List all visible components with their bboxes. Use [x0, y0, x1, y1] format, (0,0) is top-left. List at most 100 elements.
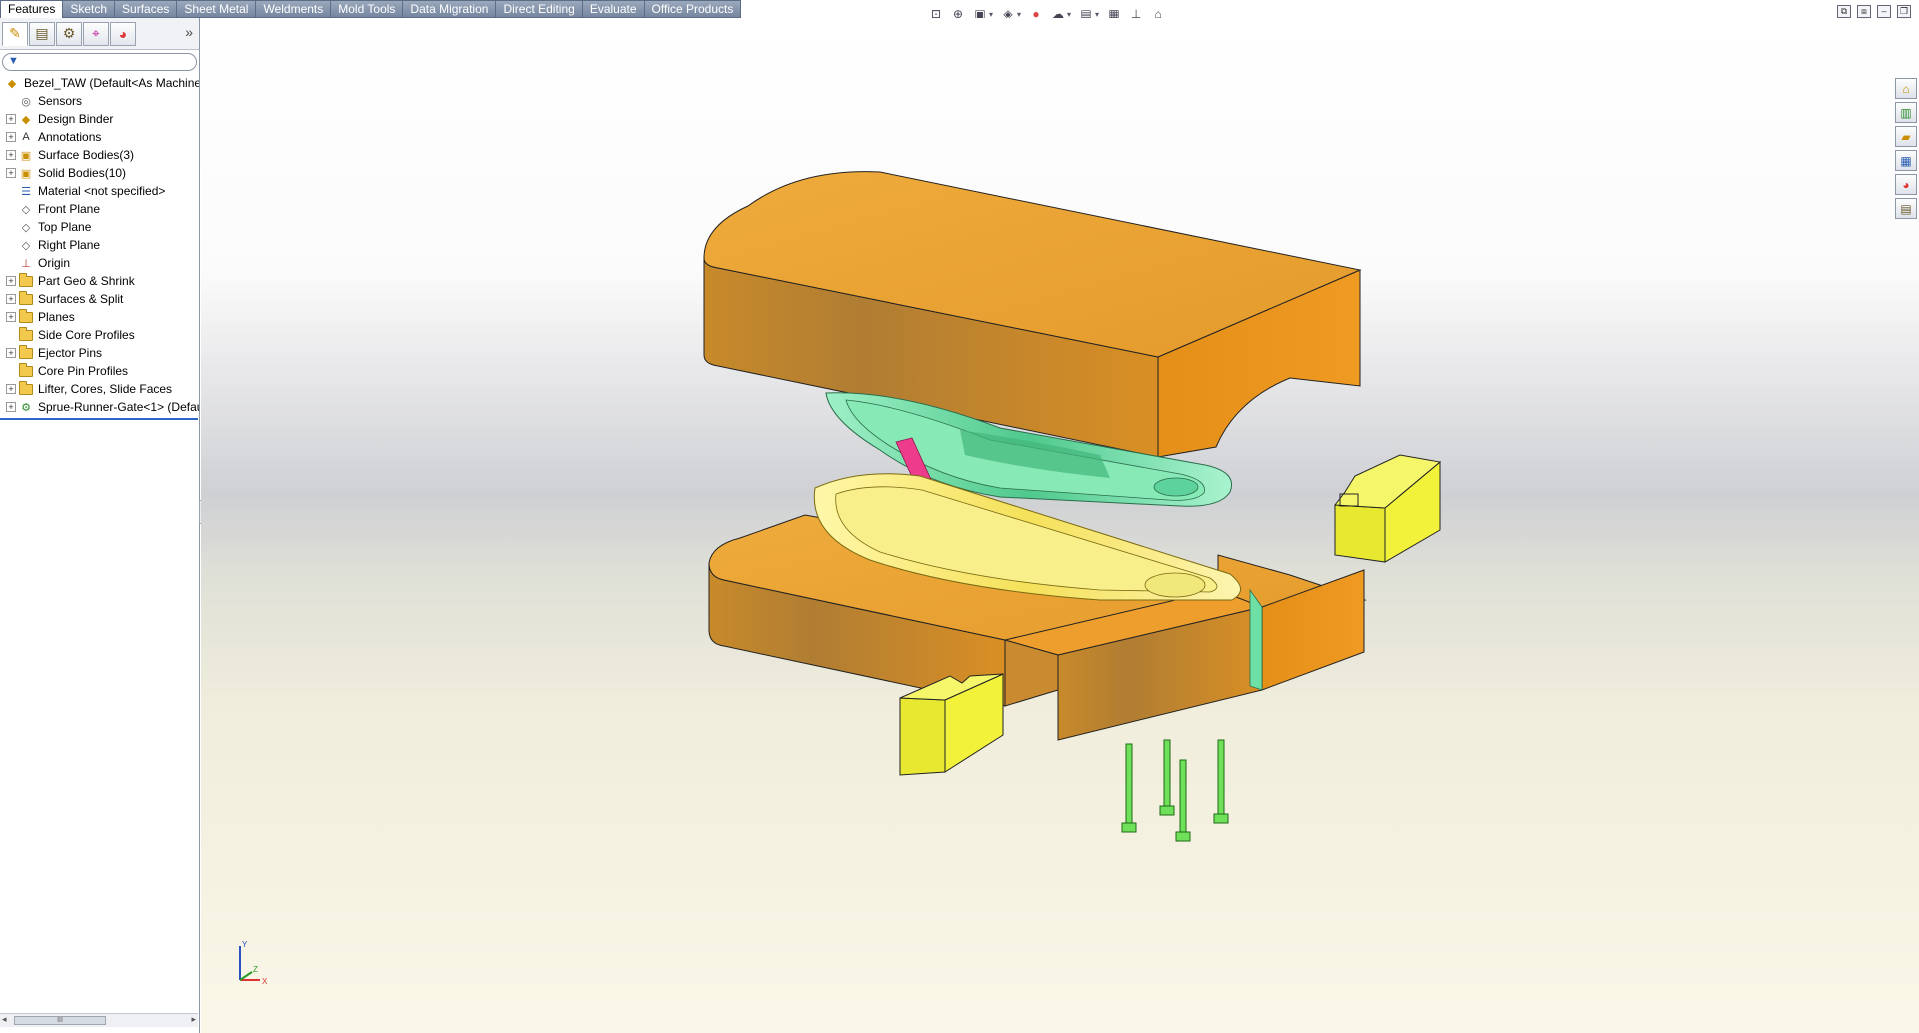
cavity-plate[interactable] — [703, 171, 1362, 458]
featuremanager-panel: ✎ ▤ ⚙ ⌖ ◕ » ▼ ◆ Bezel_TAW (Default<As Ma… — [0, 18, 200, 1033]
expand-icon[interactable]: + — [6, 132, 16, 142]
folder-shape — [19, 344, 33, 359]
side-core-right[interactable] — [1334, 454, 1442, 563]
scroll-right-icon[interactable]: ▸ — [191, 1014, 196, 1025]
command-manager: Features Sketch Surfaces Sheet Metal Weldmen… — [0, 0, 1919, 21]
mold-assembly-model[interactable] — [201, 18, 1919, 1033]
graphics-area[interactable]: ⌂ ▥ ▰ ▦ ◕ ▤ — [201, 18, 1919, 1033]
folder-icon — [18, 344, 34, 361]
tree-item-origin[interactable]: ⊥ Origin — [0, 254, 199, 272]
tab-mold-tools[interactable]: Mold Tools — [331, 0, 404, 18]
tree-filter-input[interactable]: ▼ — [2, 53, 197, 71]
folder-shape — [19, 308, 33, 323]
rollback-bar[interactable] — [0, 418, 198, 420]
folder-shape — [19, 272, 33, 287]
tile-vertical-icon[interactable]: ⧈ — [1857, 5, 1871, 18]
side-core-left[interactable] — [899, 673, 1004, 776]
solidworks-resources-icon[interactable]: ⌂ — [1895, 78, 1917, 99]
tree-item-label: Solid Bodies(10) — [38, 166, 127, 180]
tree-item-design-binder[interactable]: + ◆ Design Binder — [0, 110, 199, 128]
expand-icon[interactable]: + — [6, 276, 16, 286]
expand-icon[interactable]: + — [6, 402, 16, 412]
tab-sheet-metal[interactable]: Sheet Metal — [177, 0, 257, 18]
tree-item-lifter-cores-slide-faces[interactable]: + Lifter, Cores, Slide Faces — [0, 380, 199, 398]
folder-icon — [18, 272, 34, 289]
displaymanager-tab-icon[interactable]: ◕ — [110, 21, 136, 46]
featuremanager-tab-icon[interactable]: ✎ — [2, 21, 28, 46]
surface-bodies-icon: ▣ — [20, 149, 32, 162]
tab-office-products[interactable]: Office Products — [644, 0, 742, 18]
tree-horizontal-scrollbar[interactable]: ◂ III ▸ — [0, 1013, 198, 1027]
tree-item-label: Sprue-Runner-Gate<1> (Default) — [38, 400, 199, 414]
propertymanager-tab-icon[interactable]: ▤ — [29, 21, 55, 46]
plane-icon: ◇ — [21, 203, 31, 216]
design-library-icon[interactable]: ▥ — [1895, 102, 1917, 123]
tree-item-annotations[interactable]: + A Annotations — [0, 128, 199, 146]
minimize-icon[interactable]: – — [1877, 5, 1891, 18]
tree-item-sensors[interactable]: ◎ Sensors — [0, 92, 199, 110]
tree-item-top-plane[interactable]: ◇ Top Plane — [0, 218, 199, 236]
solid-bodies-icon: ▣ — [20, 167, 32, 180]
tree-root-part[interactable]: ◆ Bezel_TAW (Default<As Machined> — [0, 74, 199, 92]
folder-icon — [18, 326, 34, 343]
chevron-right-icon[interactable]: » — [185, 24, 193, 40]
tree-root-label: Bezel_TAW (Default<As Machined> — [24, 76, 199, 90]
material-icon: ☰ — [21, 185, 31, 198]
tree-item-label: Right Plane — [38, 238, 101, 252]
window-controls: ⧉ ⧈ – ❐ — [1837, 5, 1911, 18]
folder-icon — [18, 362, 34, 379]
tree-item-label: Lifter, Cores, Slide Faces — [38, 382, 173, 396]
part-icon: ⚙ — [21, 401, 31, 414]
expand-icon[interactable]: + — [6, 312, 16, 322]
tree-items: ◎ Sensors + ◆ Design Binder + A Annotations + ▣ Su… — [0, 92, 199, 416]
tree-item-planes[interactable]: + Planes — [0, 308, 199, 326]
tree-item-ejector-pins[interactable]: + Ejector Pins — [0, 344, 199, 362]
dimxpert-tab-icon[interactable]: ⌖ — [83, 21, 109, 46]
design-binder-icon: ◆ — [21, 113, 31, 126]
tree-item-surface-bodies-3[interactable]: + ▣ Surface Bodies(3) — [0, 146, 199, 164]
filter-icon: ▼ — [8, 55, 19, 67]
view-palette-icon[interactable]: ▦ — [1895, 150, 1917, 171]
tree-item-surfaces-split[interactable]: + Surfaces & Split — [0, 290, 199, 308]
tab-evaluate[interactable]: Evaluate — [582, 0, 645, 18]
tree-item-label: Top Plane — [38, 220, 92, 234]
folder-icon — [18, 290, 34, 307]
tree-item-sprue-runner-gate-1-default[interactable]: + ⚙ Sprue-Runner-Gate<1> (Default) — [0, 398, 199, 416]
tree-item-material-not-specified[interactable]: ☰ Material <not specified> — [0, 182, 199, 200]
tree-item-core-pin-profiles[interactable]: Core Pin Profiles — [0, 362, 199, 380]
tab-sketch[interactable]: Sketch — [63, 0, 116, 18]
tile-horizontal-icon[interactable]: ⧉ — [1837, 5, 1851, 18]
tree-item-side-core-profiles[interactable]: Side Core Profiles — [0, 326, 199, 344]
expand-icon[interactable]: + — [6, 384, 16, 394]
triad-x-label: X — [262, 977, 268, 986]
file-explorer-icon[interactable]: ▰ — [1895, 126, 1917, 147]
expand-icon[interactable]: + — [6, 294, 16, 304]
expand-icon[interactable]: + — [6, 150, 16, 160]
tree-item-part-geo-shrink[interactable]: + Part Geo & Shrink — [0, 272, 199, 290]
tab-data-migration[interactable]: Data Migration — [403, 0, 497, 18]
tree-item-right-plane[interactable]: ◇ Right Plane — [0, 236, 199, 254]
appearances-icon[interactable]: ◕ — [1895, 174, 1917, 195]
tree-item-label: Core Pin Profiles — [38, 364, 129, 378]
tab-direct-editing[interactable]: Direct Editing — [496, 0, 583, 18]
tree-item-front-plane[interactable]: ◇ Front Plane — [0, 200, 199, 218]
scroll-left-icon[interactable]: ◂ — [2, 1014, 7, 1025]
expand-icon[interactable]: + — [6, 168, 16, 178]
folder-shape — [19, 380, 33, 395]
tree-item-label: Front Plane — [38, 202, 101, 216]
expand-icon[interactable]: + — [6, 114, 16, 124]
custom-properties-icon[interactable]: ▤ — [1895, 198, 1917, 219]
configurationmanager-tab-icon[interactable]: ⚙ — [56, 21, 82, 46]
expand-icon[interactable]: + — [6, 348, 16, 358]
ejector-pins[interactable] — [1121, 739, 1229, 842]
part-icon: ◆ — [7, 77, 17, 90]
tab-weldments[interactable]: Weldments — [256, 0, 332, 18]
tree-item-solid-bodies-10[interactable]: + ▣ Solid Bodies(10) — [0, 164, 199, 182]
tab-features[interactable]: Features — [0, 0, 64, 18]
tab-surfaces[interactable]: Surfaces — [115, 0, 178, 18]
restore-icon[interactable]: ❐ — [1897, 5, 1911, 18]
scroll-thumb[interactable]: III — [14, 1016, 106, 1025]
tree-item-label: Ejector Pins — [38, 346, 103, 360]
